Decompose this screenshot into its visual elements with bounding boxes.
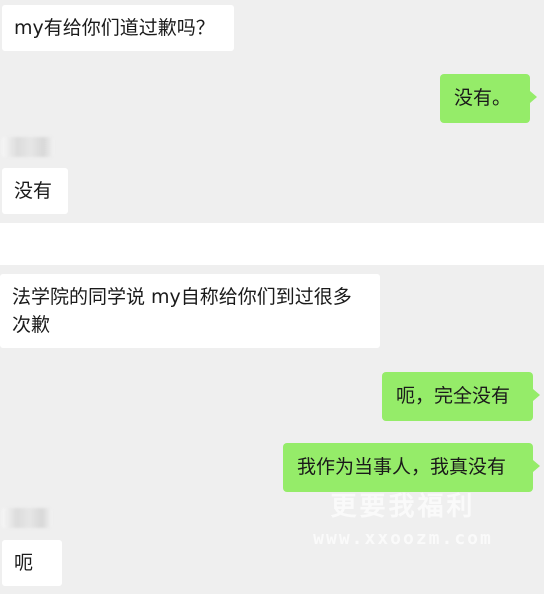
message-bubble-outgoing[interactable]: 没有。	[440, 74, 530, 123]
message-text: 呃，完全没有	[396, 385, 511, 407]
bubble-tail	[533, 389, 540, 401]
message-bubble-incoming[interactable]: 没有	[2, 168, 68, 214]
bubble-tail	[530, 91, 537, 103]
screenshot-separator	[0, 223, 544, 265]
message-text: 呃	[14, 552, 34, 574]
message-text: 没有。	[454, 87, 512, 109]
message-bubble-incoming[interactable]: 法学院的同学说 my自称给你们到过很多次歉	[0, 274, 380, 348]
message-bubble-incoming[interactable]: my有给你们道过歉吗？	[2, 5, 234, 51]
watermark: 更要我福利 www.xxoozm.com	[278, 492, 528, 550]
sender-name-redacted	[2, 508, 52, 528]
watermark-url: www.xxoozm.com	[313, 528, 493, 549]
chat-window: my有给你们道过歉吗？ 没有。 没有 法学院的同学说 my自称给你们到过很多次歉…	[0, 0, 544, 594]
watermark-logo: 更要我福利	[330, 492, 476, 522]
message-bubble-outgoing[interactable]: 呃，完全没有	[382, 372, 533, 421]
message-text: 法学院的同学说 my自称给你们到过很多次歉	[12, 286, 352, 336]
message-text: my有给你们道过歉吗？	[14, 17, 215, 39]
message-text: 我作为当事人，我真没有	[297, 456, 507, 478]
message-bubble-outgoing[interactable]: 我作为当事人，我真没有	[283, 443, 533, 492]
sender-name-redacted	[2, 137, 54, 157]
message-text: 没有	[14, 180, 53, 202]
message-bubble-incoming[interactable]: 呃	[2, 540, 62, 586]
bubble-tail	[533, 460, 540, 472]
